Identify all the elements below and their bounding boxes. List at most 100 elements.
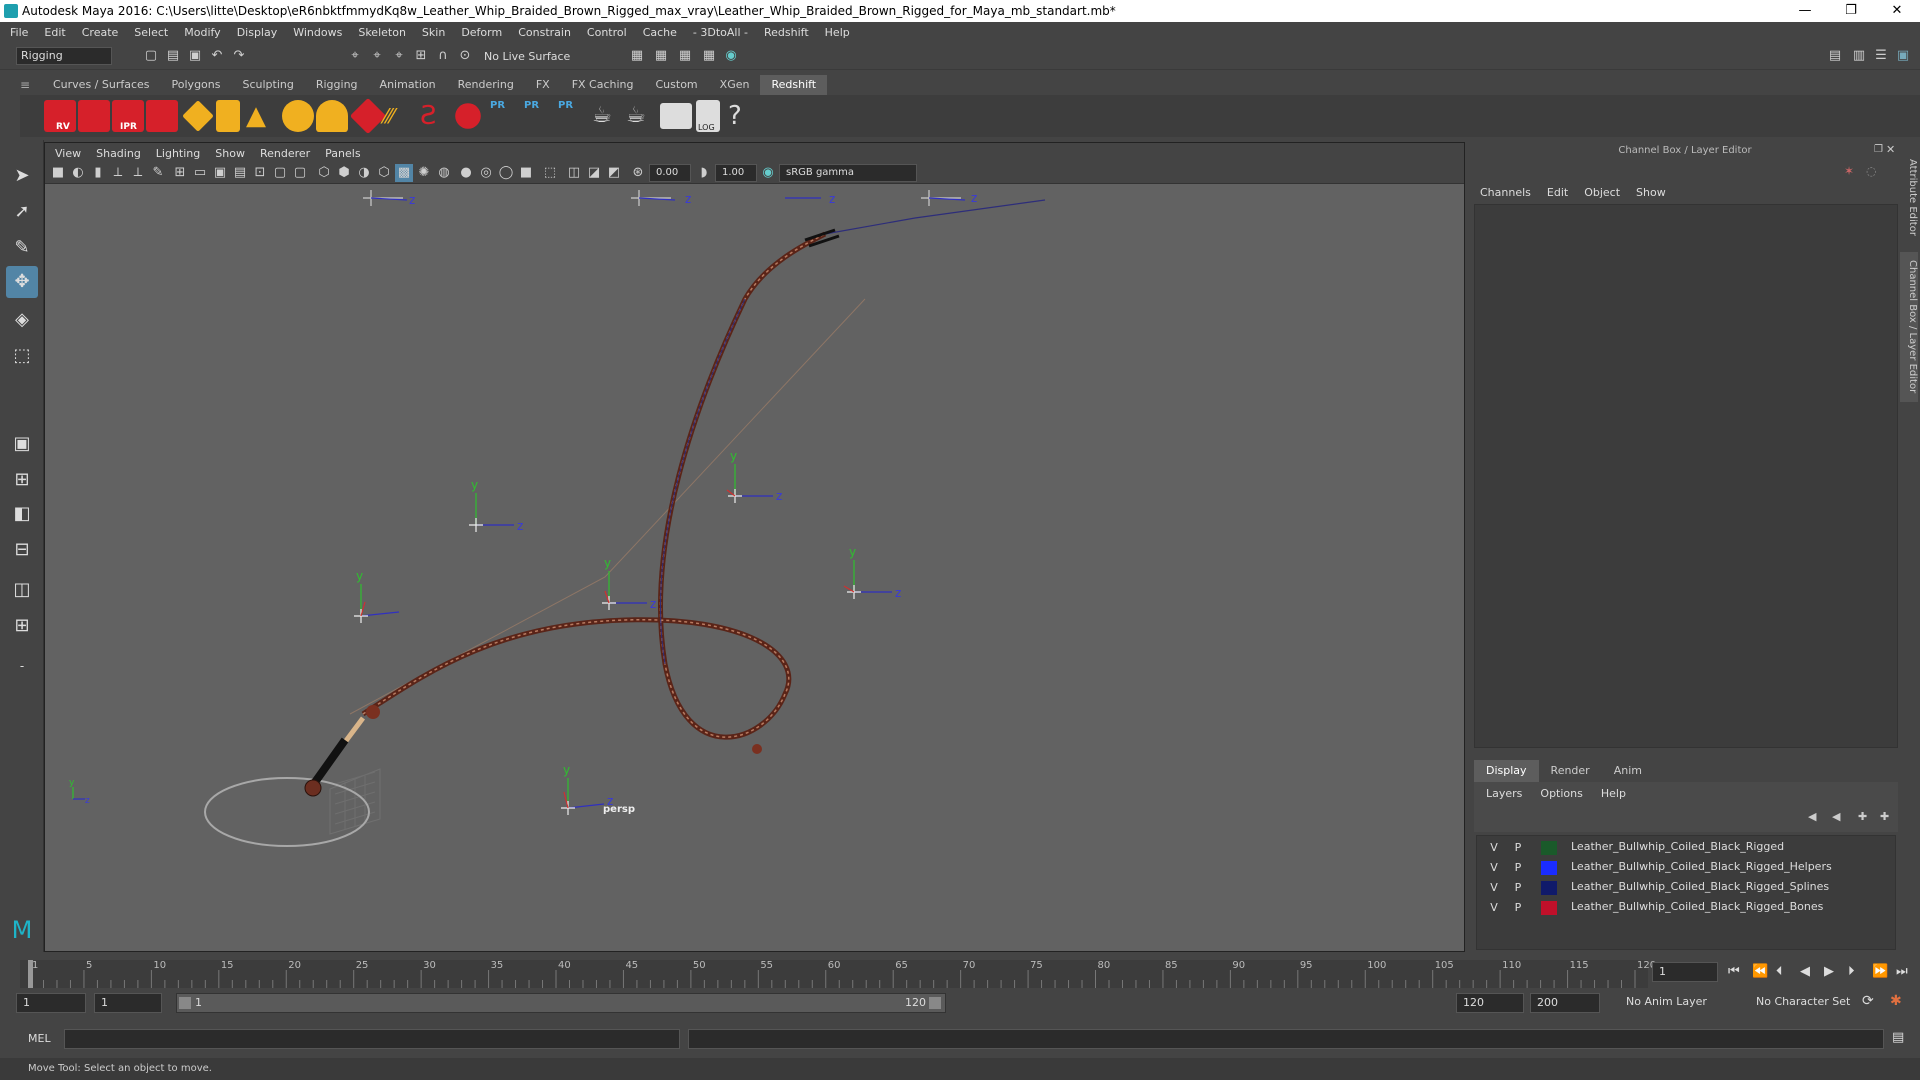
new-layer-icon[interactable]: ✚ bbox=[1858, 810, 1867, 823]
quick-layout-graph-icon[interactable]: ⊞ bbox=[6, 610, 38, 642]
vp-menu-panels[interactable]: Panels bbox=[325, 147, 360, 160]
film-gate-icon[interactable]: ▭ bbox=[191, 164, 209, 182]
end-time-field[interactable]: 200 bbox=[1530, 993, 1600, 1013]
menu-select[interactable]: Select bbox=[134, 26, 168, 39]
layer-playback-toggle[interactable]: P bbox=[1511, 901, 1525, 915]
quick-layout-outliner-icon[interactable]: ◫ bbox=[6, 574, 38, 606]
channel-box-toggle-icon[interactable]: ▣ bbox=[1894, 47, 1912, 65]
rs-log-icon[interactable]: LOG bbox=[696, 100, 720, 132]
layer-color-swatch[interactable] bbox=[1541, 841, 1557, 855]
layer-color-swatch[interactable] bbox=[1541, 861, 1557, 875]
shelf-tab-curves-surfaces[interactable]: Curves / Surfaces bbox=[42, 75, 161, 95]
step-forward-key-icon[interactable]: ⏩ bbox=[1872, 964, 1888, 979]
go-to-start-icon[interactable]: ⏮ bbox=[1728, 964, 1740, 979]
step-back-frame-icon[interactable]: ⏴ bbox=[1776, 964, 1783, 979]
rs-render-settings-icon[interactable] bbox=[146, 100, 178, 132]
quick-layout-stack-icon[interactable]: ⊟ bbox=[6, 534, 38, 566]
layer-visibility-toggle[interactable]: V bbox=[1487, 901, 1501, 915]
attribute-editor-tab[interactable]: Attribute Editor bbox=[1900, 152, 1918, 242]
layer-row[interactable]: V P Leather_Bullwhip_Coiled_Black_Rigged… bbox=[1477, 858, 1895, 878]
xray-icon[interactable]: ⬡ bbox=[375, 164, 393, 182]
anti-aliasing-icon[interactable]: ◯ bbox=[497, 164, 515, 182]
menu-skin[interactable]: Skin bbox=[422, 26, 445, 39]
ipr-render-icon[interactable]: ▦ bbox=[676, 47, 694, 65]
playback-start-field[interactable]: 1 bbox=[94, 993, 162, 1013]
menu-control[interactable]: Control bbox=[587, 26, 627, 39]
channel-box-sync-icon[interactable]: ◌ bbox=[1866, 164, 1876, 178]
exposure-field[interactable]: 0.00 bbox=[649, 164, 691, 182]
snap-grid-icon[interactable]: ⊞ bbox=[412, 47, 430, 65]
bookmark-icon[interactable]: ▮ bbox=[89, 164, 107, 182]
shadows-icon[interactable]: ◍ bbox=[435, 164, 453, 182]
time-slider[interactable]: 1 5 10 15 20 25 30 35 40 45 50 55 60 65 70 75 80 85 90 95 10… bbox=[0, 952, 1920, 992]
rs-hair-icon[interactable]: Ƨ bbox=[420, 100, 452, 132]
float-panel-icon[interactable]: ❐ bbox=[1874, 144, 1883, 155]
xray-active-icon[interactable]: ◪ bbox=[585, 164, 603, 182]
rotate-tool-icon[interactable]: ◈ bbox=[6, 304, 38, 336]
menu-create[interactable]: Create bbox=[82, 26, 119, 39]
vp-menu-renderer[interactable]: Renderer bbox=[260, 147, 310, 160]
image-plane-icon[interactable]: ⟂ bbox=[109, 164, 127, 182]
cb-menu-edit[interactable]: Edit bbox=[1547, 186, 1568, 199]
rs-pr-icon-1[interactable]: PR bbox=[490, 100, 522, 132]
menu-redshift[interactable]: Redshift bbox=[764, 26, 809, 39]
menu-modify[interactable]: Modify bbox=[184, 26, 220, 39]
menu-constrain[interactable]: Constrain bbox=[518, 26, 571, 39]
layer-name[interactable]: Leather_Bullwhip_Coiled_Black_Rigged_Hel… bbox=[1571, 860, 1832, 873]
rs-spot-light-icon[interactable]: ▲ bbox=[246, 100, 278, 132]
select-by-component-icon[interactable]: ⌖ bbox=[390, 47, 408, 65]
outliner-icon[interactable]: ☰ bbox=[1872, 47, 1890, 65]
grease-pencil-icon[interactable]: ✎ bbox=[149, 164, 167, 182]
new-layer-selected-icon[interactable]: ✚ bbox=[1880, 810, 1889, 823]
layer-row[interactable]: V P Leather_Bullwhip_Coiled_Black_Rigged… bbox=[1477, 878, 1895, 898]
layer-visibility-toggle[interactable]: V bbox=[1487, 881, 1501, 895]
shelf-tab-polygons[interactable]: Polygons bbox=[161, 75, 232, 95]
quick-layout-four-icon[interactable]: ⊞ bbox=[6, 464, 38, 496]
toolbox-collapse-icon[interactable]: - bbox=[6, 650, 38, 682]
start-time-field[interactable]: 1 bbox=[16, 993, 86, 1013]
playback-end-field[interactable]: 120 bbox=[1456, 993, 1524, 1013]
isolate-select-icon[interactable]: ⬚ bbox=[541, 164, 559, 182]
menu-deform[interactable]: Deform bbox=[461, 26, 502, 39]
layer-name[interactable]: Leather_Bullwhip_Coiled_Black_Rigged bbox=[1571, 840, 1784, 853]
quick-layout-single-icon[interactable]: ▣ bbox=[6, 428, 38, 460]
select-by-object-icon[interactable]: ⌖ bbox=[368, 47, 386, 65]
viewport-canvas[interactable]: z z z z y z y z y y z y z y z y z persp bbox=[45, 184, 1464, 951]
color-management-icon[interactable]: ◉ bbox=[759, 164, 777, 182]
rs-pr-icon-3[interactable]: PR bbox=[558, 100, 590, 132]
layer-row[interactable]: V P Leather_Bullwhip_Coiled_Black_Rigged… bbox=[1477, 898, 1895, 918]
layer-tab-anim[interactable]: Anim bbox=[1602, 760, 1654, 782]
layer-playback-toggle[interactable]: P bbox=[1511, 861, 1525, 875]
gamma-icon[interactable]: ◗ bbox=[695, 164, 713, 182]
hypershade-icon[interactable]: ◉ bbox=[722, 47, 740, 65]
field-chart-icon[interactable]: ⊡ bbox=[251, 164, 269, 182]
motion-blur-icon[interactable]: ◎ bbox=[477, 164, 495, 182]
le-menu-help[interactable]: Help bbox=[1601, 787, 1626, 800]
layer-name[interactable]: Leather_Bullwhip_Coiled_Black_Rigged_Bon… bbox=[1571, 900, 1823, 913]
rs-material-icon[interactable] bbox=[455, 103, 481, 129]
smooth-shade-icon[interactable]: ⬢ bbox=[335, 164, 353, 182]
vp-menu-lighting[interactable]: Lighting bbox=[156, 147, 200, 160]
anim-prefs-icon[interactable]: ✱ bbox=[1890, 993, 1902, 1009]
exposure-icon[interactable]: ⊛ bbox=[629, 164, 647, 182]
snap-curve-icon[interactable]: ∩ bbox=[434, 47, 452, 65]
save-scene-icon[interactable]: ▣ bbox=[186, 47, 204, 65]
go-to-end-icon[interactable]: ⏭ bbox=[1896, 964, 1908, 979]
vp-menu-shading[interactable]: Shading bbox=[96, 147, 141, 160]
backface-icon[interactable]: ◩ bbox=[605, 164, 623, 182]
render-view-icon[interactable]: ▦ bbox=[628, 47, 646, 65]
vp-menu-show[interactable]: Show bbox=[215, 147, 245, 160]
shelf-tab-redshift[interactable]: Redshift bbox=[760, 75, 828, 95]
restore-button[interactable]: ❐ bbox=[1828, 0, 1874, 22]
undo-icon[interactable]: ↶ bbox=[208, 47, 226, 65]
ambient-occlusion-icon[interactable]: ● bbox=[457, 164, 475, 182]
xray-joints-icon[interactable]: ◫ bbox=[565, 164, 583, 182]
rs-bake-set-icon[interactable]: ☕ bbox=[626, 100, 658, 132]
use-all-lights-icon[interactable]: ✺ bbox=[415, 164, 433, 182]
range-bar[interactable]: 1 120 bbox=[176, 993, 946, 1013]
menu-cache[interactable]: Cache bbox=[643, 26, 677, 39]
cb-menu-show[interactable]: Show bbox=[1636, 186, 1666, 199]
open-scene-icon[interactable]: ▤ bbox=[164, 47, 182, 65]
shelf-tab-rendering[interactable]: Rendering bbox=[447, 75, 525, 95]
layer-playback-toggle[interactable]: P bbox=[1511, 841, 1525, 855]
